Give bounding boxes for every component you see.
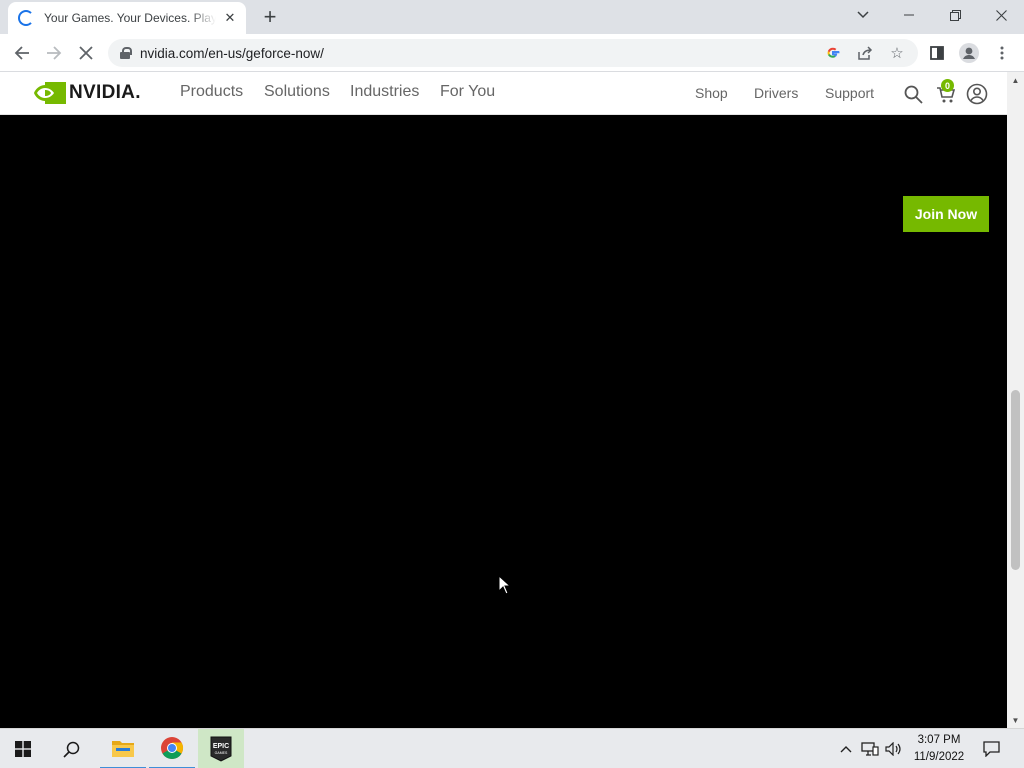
volume-icon[interactable]: [884, 739, 904, 759]
restore-button[interactable]: [932, 0, 978, 30]
minimize-icon: [904, 14, 914, 16]
nvidia-logo[interactable]: NVIDIA.: [34, 82, 141, 104]
restore-icon: [949, 9, 961, 21]
forward-button[interactable]: [41, 40, 67, 66]
stop-icon: [79, 46, 93, 60]
browser-menu-button[interactable]: [989, 40, 1015, 66]
tab-title: Your Games. Your Devices. Play Anywhere: [44, 11, 216, 25]
clock-date: 11/9/2022: [913, 751, 965, 763]
epic-logo-text: EPIC: [213, 743, 229, 750]
logo-wordmark: NVIDIA.: [69, 82, 141, 103]
forward-arrow-icon: [47, 46, 62, 60]
side-panel-icon: [930, 46, 944, 60]
minimize-button[interactable]: [886, 0, 932, 30]
scroll-down-icon[interactable]: ▼: [1007, 712, 1024, 728]
account-icon[interactable]: [965, 82, 989, 106]
nav-industries[interactable]: Industries: [350, 83, 419, 101]
file-explorer-button[interactable]: [100, 729, 146, 768]
taskbar-search-button[interactable]: [48, 729, 94, 768]
nvidia-eye-icon: [34, 82, 66, 104]
file-explorer-icon: [112, 741, 134, 757]
new-tab-button[interactable]: +: [258, 5, 282, 29]
browser-tab[interactable]: Your Games. Your Devices. Play Anywhere …: [8, 2, 246, 34]
address-bar[interactable]: nvidia.com/en-us/geforce-now/ ☆: [108, 39, 918, 67]
network-icon[interactable]: [860, 739, 880, 759]
nav-products[interactable]: Products: [180, 83, 243, 101]
start-icon: [15, 741, 31, 757]
nav-solutions[interactable]: Solutions: [264, 83, 330, 101]
site-header: NVIDIA. Products Solutions Industries Fo…: [0, 72, 1007, 115]
close-icon[interactable]: ✕: [222, 10, 238, 26]
close-icon: [995, 9, 1007, 21]
epic-games-button[interactable]: EPIC GAMES: [198, 729, 244, 768]
epic-games-icon: EPICGAMES: [210, 736, 232, 762]
google-icon[interactable]: [822, 42, 844, 64]
system-clock[interactable]: 3:07 PM 11/9/2022: [906, 732, 972, 766]
profile-icon: [959, 43, 979, 63]
nav-drivers[interactable]: Drivers: [754, 85, 798, 101]
share-icon[interactable]: [854, 42, 876, 64]
chevron-down-icon: [857, 11, 869, 19]
windows-taskbar: EPIC GAMES 3:07 PM 11/9/2022: [0, 728, 1024, 768]
browser-toolbar: nvidia.com/en-us/geforce-now/ ☆: [0, 34, 1024, 72]
clock-time: 3:07 PM: [917, 734, 961, 746]
scroll-thumb[interactable]: [1011, 390, 1020, 570]
hero-area: [0, 115, 1007, 728]
search-icon[interactable]: [901, 82, 925, 106]
nav-for-you[interactable]: For You: [440, 83, 495, 101]
epic-logo-subtext: GAMES: [215, 751, 228, 755]
back-arrow-icon: [14, 46, 29, 60]
browser-tab-strip: Your Games. Your Devices. Play Anywhere …: [0, 0, 1024, 34]
notifications-icon[interactable]: [981, 739, 1001, 759]
tab-search-button[interactable]: [840, 0, 886, 30]
cart-count-badge: 0: [941, 79, 954, 92]
chevron-up-icon[interactable]: [836, 739, 856, 759]
profile-button[interactable]: [956, 40, 982, 66]
url-text: nvidia.com/en-us/geforce-now/: [140, 45, 324, 61]
loading-spinner-icon: [18, 10, 34, 26]
close-window-button[interactable]: [978, 0, 1024, 30]
stop-button[interactable]: [73, 40, 99, 66]
lock-icon: [120, 47, 132, 59]
search-icon: [62, 741, 79, 758]
back-button[interactable]: [9, 40, 35, 66]
plus-icon: +: [263, 4, 277, 29]
scroll-up-icon[interactable]: ▲: [1007, 72, 1024, 88]
nav-support[interactable]: Support: [825, 85, 874, 101]
star-icon[interactable]: ☆: [886, 42, 908, 64]
chrome-icon: [161, 737, 183, 759]
page-scrollbar[interactable]: ▲ ▼: [1007, 72, 1024, 728]
join-now-button[interactable]: Join Now: [903, 196, 989, 232]
screen: Your Games. Your Devices. Play Anywhere …: [0, 0, 1024, 768]
mouse-cursor-icon: [498, 575, 512, 595]
kebab-menu-icon: [1000, 46, 1004, 60]
chrome-button[interactable]: [149, 729, 195, 768]
side-panel-button[interactable]: [924, 40, 950, 66]
nav-shop[interactable]: Shop: [695, 85, 728, 101]
start-button[interactable]: [0, 729, 46, 768]
